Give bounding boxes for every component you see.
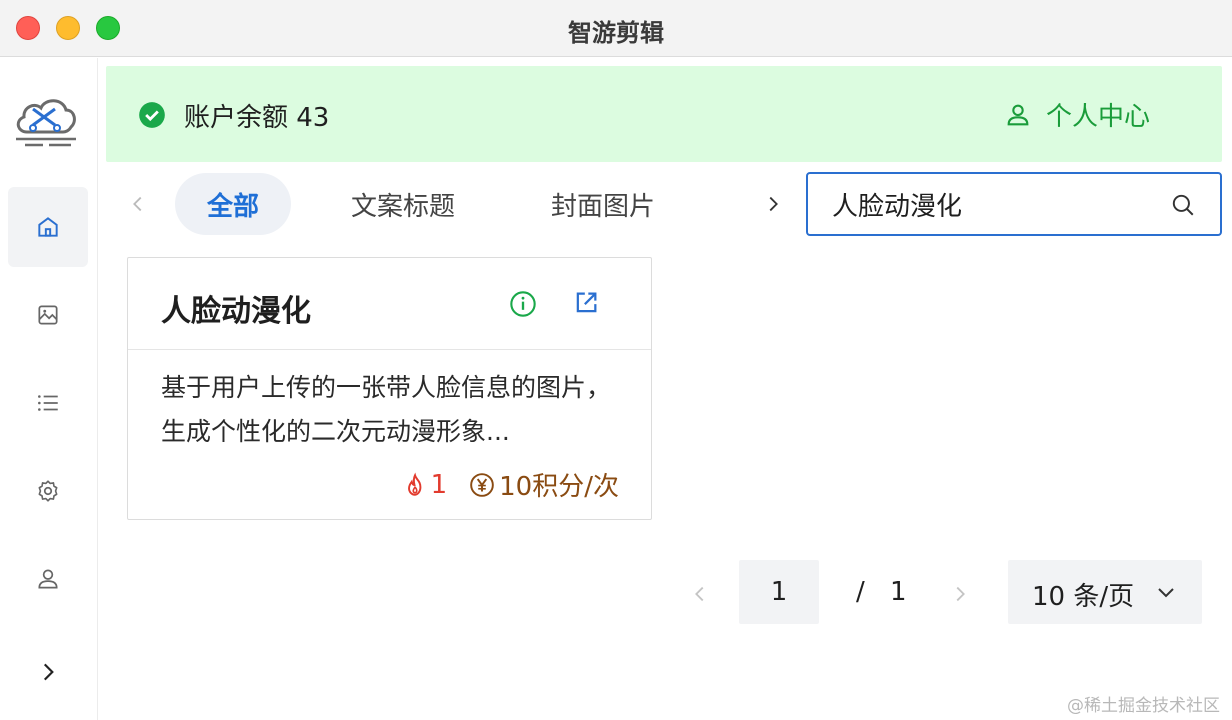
user-icon xyxy=(38,569,58,589)
card-description: 基于用户上传的一张带人脸信息的图片，生成个性化的二次元动漫形象... xyxy=(161,373,612,446)
list-icon xyxy=(38,395,58,411)
search-input[interactable] xyxy=(832,188,1152,220)
sidebar-item-home[interactable] xyxy=(8,187,88,267)
account-balance: 账户余额 43 xyxy=(184,103,330,133)
current-page-input[interactable]: 1 xyxy=(739,560,819,624)
page-size-select[interactable]: 10 条/页 xyxy=(1008,560,1202,624)
page-separator: / xyxy=(856,577,865,607)
feature-card[interactable]: 人脸动漫化 基于用户上传的一张带人脸信息的图片，生成个性化的二次元动漫形象...… xyxy=(127,257,652,520)
app-logo-icon xyxy=(16,99,76,147)
page-size-label: 10 条/页 xyxy=(1032,582,1135,612)
user-icon xyxy=(1007,104,1029,125)
chevron-down-icon xyxy=(1158,588,1174,598)
home-icon xyxy=(38,217,58,237)
card-stats: 1 10积分/次 xyxy=(402,466,619,503)
sidebar-item-image[interactable] xyxy=(8,275,88,355)
chevron-left-icon xyxy=(133,196,142,212)
sidebar-expand-button[interactable] xyxy=(8,632,88,712)
info-icon[interactable] xyxy=(509,290,537,318)
chevron-left-icon xyxy=(695,586,704,602)
gear-icon xyxy=(38,480,58,502)
search-box xyxy=(806,172,1222,236)
chevron-right-icon xyxy=(956,586,965,602)
personal-center-label: 个人中心 xyxy=(1046,102,1151,132)
chevron-right-icon xyxy=(43,663,54,681)
image-icon xyxy=(38,305,58,325)
total-pages: 1 xyxy=(890,577,907,607)
sidebar-item-user[interactable] xyxy=(8,539,88,619)
hot-count-value: 1 xyxy=(430,469,448,500)
cost-label: 10积分/次 xyxy=(469,466,619,503)
tab-copy-title[interactable]: 文案标题 xyxy=(319,173,487,235)
watermark: @稀土掘金技术社区 xyxy=(1067,696,1220,716)
sidebar-item-list[interactable] xyxy=(8,363,88,443)
tab-cover-image[interactable]: 封面图片 xyxy=(519,173,687,235)
hot-count: 1 xyxy=(402,469,448,500)
cost-value: 10积分/次 xyxy=(499,472,619,502)
sidebar xyxy=(0,58,98,720)
window-title: 智游剪辑 xyxy=(568,19,664,47)
card-header: 人脸动漫化 xyxy=(128,258,651,350)
tab-all[interactable]: 全部 xyxy=(175,173,292,235)
tabs-prev-button[interactable] xyxy=(124,190,152,218)
chevron-right-icon xyxy=(769,196,778,212)
external-link-icon[interactable] xyxy=(572,289,600,317)
page-next-button[interactable] xyxy=(946,580,974,608)
yen-coin-icon xyxy=(470,472,494,497)
sidebar-item-settings[interactable] xyxy=(8,451,88,531)
fire-icon xyxy=(407,471,421,496)
personal-center-link[interactable]: 个人中心 xyxy=(1004,96,1150,133)
tabs-next-button[interactable] xyxy=(759,190,787,218)
page-prev-button[interactable] xyxy=(686,580,714,608)
search-icon[interactable] xyxy=(1170,192,1196,218)
check-circle-icon xyxy=(139,102,165,128)
title-bar: 智游剪辑 xyxy=(0,0,1232,57)
card-title: 人脸动漫化 xyxy=(161,294,311,329)
